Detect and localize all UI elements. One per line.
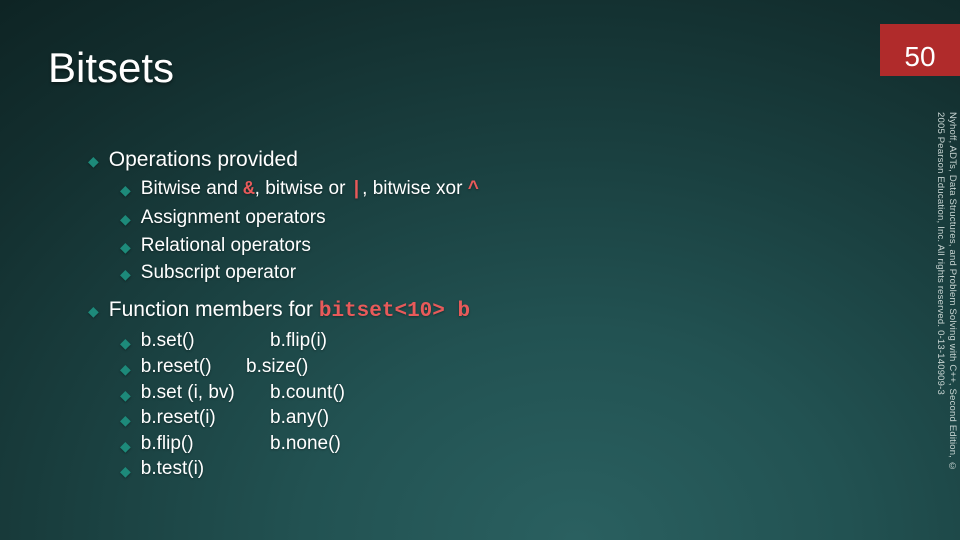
diamond-bullet-icon: ◆	[120, 181, 131, 200]
func-row: ◆ b.test(i)	[120, 456, 880, 482]
diamond-bullet-icon: ◆	[120, 437, 131, 456]
citation-sidebar: Nyhoff, ADTs, Data Structures, and Probl…	[934, 112, 958, 492]
func-label: b.count()	[270, 380, 345, 406]
item-bitwise-text: Bitwise and &, bitwise or |, bitwise xor…	[141, 176, 479, 203]
func-row: ◆ b.set (i, bv) b.count()	[120, 380, 880, 406]
func-label: b.flip()	[141, 431, 194, 457]
func-row: ◆ b.set() b.flip(i)	[120, 328, 880, 354]
item-subscript-text: Subscript operator	[141, 260, 296, 286]
func-label: b.flip(i)	[270, 328, 327, 354]
diamond-bullet-icon: ◆	[120, 334, 131, 353]
item-assignment-text: Assignment operators	[141, 205, 326, 231]
slide-title: Bitsets	[0, 44, 880, 96]
func-row: ◆ b.flip() b.none()	[120, 431, 880, 457]
diamond-bullet-icon: ◆	[120, 411, 131, 430]
func-label: b.reset(i)	[141, 405, 216, 431]
func-label: b.set (i, bv)	[141, 380, 235, 406]
heading-operations-text: Operations provided	[109, 146, 298, 174]
func-row: ◆ b.reset(i) b.any()	[120, 405, 880, 431]
diamond-bullet-icon: ◆	[120, 238, 131, 257]
item-bitwise: ◆ Bitwise and &, bitwise or |, bitwise x…	[120, 176, 880, 203]
diamond-bullet-icon: ◆	[120, 210, 131, 229]
func-row: ◆ b.reset() b.size()	[120, 354, 880, 380]
title-bar: Bitsets 50	[0, 44, 960, 96]
page-number-badge: 50	[880, 24, 960, 76]
item-relational-text: Relational operators	[141, 233, 311, 259]
diamond-bullet-icon: ◆	[88, 302, 99, 321]
item-relational: ◆ Relational operators	[120, 233, 880, 259]
func-label: b.none()	[270, 431, 341, 457]
func-label: b.reset()	[141, 354, 212, 380]
diamond-bullet-icon: ◆	[120, 462, 131, 481]
func-label: b.any()	[270, 405, 329, 431]
func-label: b.set()	[141, 328, 195, 354]
func-label: b.test(i)	[141, 456, 204, 482]
heading-operations: ◆ Operations provided	[88, 146, 880, 174]
slide-content: ◆ Operations provided ◆ Bitwise and &, b…	[88, 140, 880, 482]
diamond-bullet-icon: ◆	[120, 360, 131, 379]
diamond-bullet-icon: ◆	[88, 152, 99, 171]
diamond-bullet-icon: ◆	[120, 386, 131, 405]
func-label: b.size()	[246, 354, 308, 380]
diamond-bullet-icon: ◆	[120, 265, 131, 284]
heading-function-members: ◆ Function members for bitset<10> b	[88, 296, 880, 326]
item-subscript: ◆ Subscript operator	[120, 260, 880, 286]
heading-function-members-text: Function members for bitset<10> b	[109, 296, 470, 326]
item-assignment: ◆ Assignment operators	[120, 205, 880, 231]
